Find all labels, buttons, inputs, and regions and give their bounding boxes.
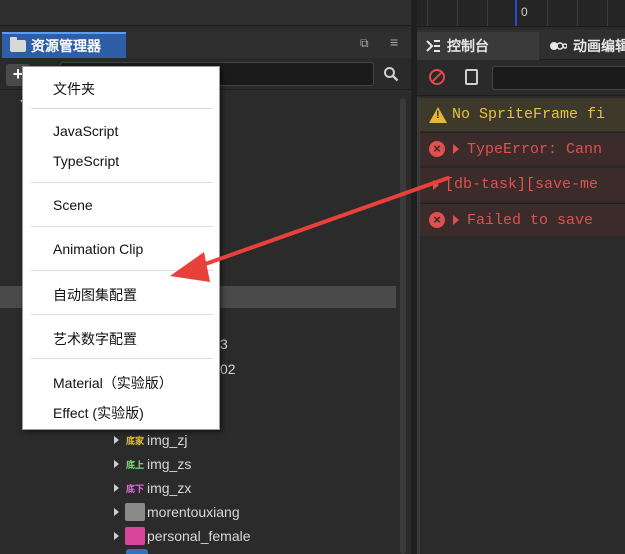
tree-item-label: img_zs <box>147 456 192 472</box>
maximize-panel-icon[interactable]: ⧉ <box>360 36 374 50</box>
tab-assets-label: 资源管理器 <box>31 38 101 54</box>
tree-item-label-partial: 02 <box>220 361 236 377</box>
chevron-right-icon[interactable] <box>114 460 119 468</box>
menu-divider <box>31 314 213 315</box>
timeline-frame-label: 0 <box>521 5 528 19</box>
animation-timeline[interactable]: 0 <box>417 0 625 27</box>
console-icon <box>426 40 440 52</box>
tree-item-label: morentouxiang <box>147 504 240 520</box>
tree-item[interactable]: 底家 img_zj <box>114 429 187 451</box>
tree-scrollbar[interactable] <box>400 98 406 554</box>
timeline-tick <box>577 0 578 26</box>
timeline-tick <box>547 0 548 26</box>
open-log-file-icon[interactable] <box>465 69 478 85</box>
menu-item-typescript[interactable]: TypeScript <box>53 153 119 169</box>
timeline-tick <box>427 0 428 26</box>
tree-item-label: personal_female <box>147 528 251 544</box>
timeline-playhead[interactable] <box>515 0 517 26</box>
menu-item-auto-atlas[interactable]: 自动图集配置 <box>53 285 137 305</box>
log-row-warning[interactable]: No SpriteFrame fi <box>417 98 625 131</box>
create-asset-context-menu: 文件夹 JavaScript TypeScript Scene Animatio… <box>22 66 220 430</box>
tree-item[interactable]: 底下 img_zx <box>114 477 191 499</box>
error-icon: × <box>429 141 445 157</box>
log-text: Failed to save <box>467 211 594 229</box>
tab-console[interactable]: 控制台 <box>417 32 539 60</box>
menu-divider <box>31 182 213 183</box>
menu-divider <box>31 108 213 109</box>
search-icon[interactable] <box>383 66 399 82</box>
timeline-tick <box>607 0 608 26</box>
log-row-error[interactable]: × TypeError: Cann <box>417 132 625 165</box>
expand-caret-icon[interactable] <box>453 144 459 154</box>
tree-item-label: img_zx <box>147 480 192 496</box>
image-thumbnail-icon: 底家 <box>125 431 145 449</box>
console-filter-input[interactable] <box>492 66 625 90</box>
error-icon: × <box>429 212 445 228</box>
clear-console-icon[interactable] <box>429 69 445 85</box>
tree-item-label-partial: 3 <box>220 336 228 352</box>
menu-item-effect[interactable]: Effect (实验版) <box>53 403 144 423</box>
tree-item[interactable]: personal_female <box>114 525 251 547</box>
log-row-error-detail[interactable]: [db-task][save-me <box>417 168 625 201</box>
chevron-right-icon[interactable] <box>114 484 119 492</box>
avatar-thumbnail-icon <box>125 527 145 545</box>
menu-item-folder[interactable]: 文件夹 <box>53 79 95 99</box>
chevron-right-icon[interactable] <box>114 532 119 540</box>
menu-divider <box>31 358 213 359</box>
menu-item-javascript[interactable]: JavaScript <box>53 123 118 139</box>
tab-console-label: 控制台 <box>447 38 489 54</box>
tree-item-label: img_zj <box>147 432 188 448</box>
folder-icon <box>10 37 26 52</box>
warning-icon <box>429 106 447 123</box>
log-text: TypeError: Cann <box>467 140 603 158</box>
tab-animation-editor[interactable]: 动画编辑 <box>541 32 625 60</box>
log-text: No SpriteFrame fi <box>452 106 606 123</box>
menu-divider <box>31 226 213 227</box>
timeline-tick <box>487 0 488 26</box>
console-log-area <box>417 97 625 554</box>
chevron-right-icon[interactable] <box>114 436 119 444</box>
log-text: [db-task][save-me <box>445 176 599 193</box>
tree-item[interactable]: 底上 img_zs <box>114 453 191 475</box>
tree-item-thumbnail-partial <box>126 549 148 554</box>
menu-divider <box>31 270 213 271</box>
tab-assets[interactable]: 资源管理器 <box>2 32 126 58</box>
avatar-thumbnail-icon <box>125 503 145 521</box>
timeline-tick <box>457 0 458 26</box>
menu-item-label-atlas[interactable]: 艺术数字配置 <box>53 329 137 349</box>
chevron-right-icon[interactable] <box>114 508 119 516</box>
console-scrollbar[interactable] <box>417 97 420 554</box>
log-row-error[interactable]: × Failed to save <box>417 203 625 236</box>
expand-caret-icon[interactable] <box>453 215 459 225</box>
menu-item-scene[interactable]: Scene <box>53 197 93 213</box>
expand-caret-icon[interactable] <box>433 179 439 190</box>
image-thumbnail-icon: 底上 <box>125 455 145 473</box>
tab-animation-label: 动画编辑 <box>573 38 625 54</box>
top-panel-strip <box>0 0 413 26</box>
menu-item-material[interactable]: Material（实验版） <box>53 373 173 393</box>
menu-item-animation-clip[interactable]: Animation Clip <box>53 241 143 257</box>
tree-item[interactable]: morentouxiang <box>114 501 240 523</box>
animation-icon <box>550 42 567 50</box>
panel-menu-icon[interactable]: ≡ <box>390 35 404 49</box>
image-thumbnail-icon: 底下 <box>125 479 145 497</box>
